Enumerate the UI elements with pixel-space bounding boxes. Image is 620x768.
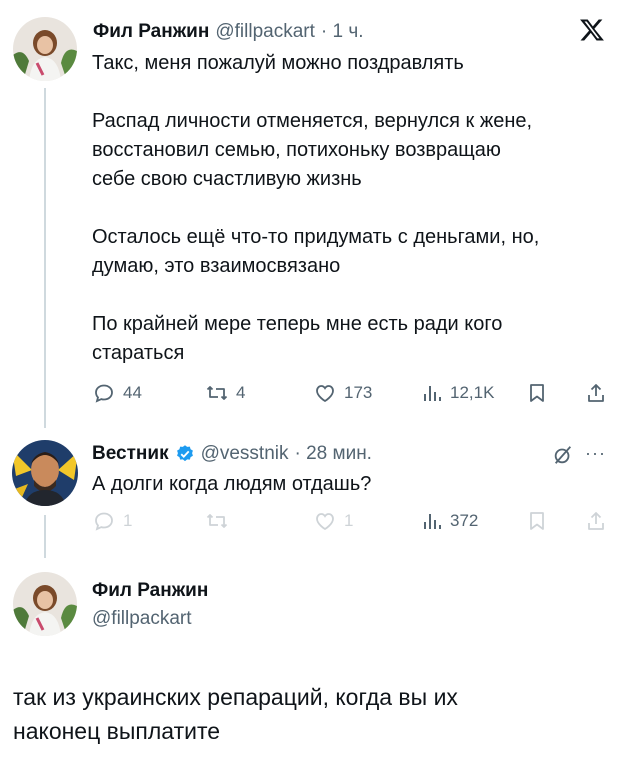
author-name[interactable]: Фил Ранжин	[92, 580, 208, 602]
text-line: Распад личности отменяется, вернулся к ж…	[92, 110, 533, 132]
text-line: Осталось ещё что-то придумать с деньгами…	[92, 226, 540, 248]
tweet1-text: Такс, меня пожалуй можно поздравлять Рас…	[92, 49, 607, 368]
repost-icon	[206, 514, 228, 528]
views-icon	[424, 386, 441, 401]
share-icon	[588, 384, 604, 402]
more-icon[interactable]: ···	[585, 443, 606, 464]
verified-badge-icon	[176, 445, 193, 462]
tweet2-header: Вестник @vesstnik · 28 мин.	[92, 443, 372, 465]
tweet-time[interactable]: · 1 ч.	[321, 21, 364, 43]
tweet1-header: Фил Ранжин @fillpackart · 1 ч.	[93, 21, 364, 43]
avatar-vestnik[interactable]	[12, 440, 78, 506]
bookmark-icon	[530, 384, 544, 402]
bookmark-button[interactable]	[526, 509, 548, 538]
reply-icon	[95, 512, 113, 531]
text-line: наконец выплатите	[13, 718, 221, 744]
tweet-time[interactable]: · 28 мин.	[295, 443, 372, 465]
bookmark-icon	[530, 512, 544, 530]
like-count: 173	[344, 383, 373, 402]
text-line: себе свою счастливую жизнь	[92, 168, 362, 190]
author-handle[interactable]: @fillpackart	[215, 21, 315, 43]
avatar-fil[interactable]	[13, 17, 77, 81]
bookmark-button[interactable]	[526, 381, 548, 410]
reply-button[interactable]: 1	[92, 509, 132, 533]
text-line: стараться	[92, 342, 185, 364]
like-icon	[316, 385, 334, 403]
views-button[interactable]: 372	[421, 509, 478, 533]
author-name[interactable]: Фил Ранжин	[93, 21, 209, 43]
share-button[interactable]	[585, 381, 607, 410]
text-line: так из украинских репараций, когда вы их	[13, 684, 458, 710]
share-icon	[588, 512, 604, 530]
thread-line	[44, 515, 46, 558]
author-handle[interactable]: @fillpackart	[92, 608, 192, 630]
avatar-fil[interactable]	[13, 572, 77, 636]
like-button[interactable]: 173	[313, 381, 372, 405]
text-line: думаю, это взаимосвязано	[92, 255, 341, 277]
repost-button[interactable]: 4	[205, 381, 245, 405]
text-line: Такс, меня пожалуй можно поздравлять	[92, 52, 464, 74]
tweet3-text: так из украинских репараций, когда вы их…	[13, 680, 458, 748]
x-logo-icon[interactable]	[579, 17, 605, 43]
thread-line	[44, 88, 46, 428]
repost-count: 4	[236, 383, 246, 402]
author-handle[interactable]: @vesstnik	[201, 443, 289, 465]
views-icon	[424, 514, 441, 529]
text-line: восстановил семью, потихоньку возвращаю	[92, 139, 501, 161]
reply-count: 44	[123, 383, 142, 402]
views-count: 12,1K	[450, 383, 495, 402]
like-icon	[316, 513, 334, 531]
text-line: По крайней мере теперь мне есть ради ког…	[92, 313, 503, 335]
like-count: 1	[344, 511, 354, 530]
tweet2-text: А долги когда людям отдашь?	[92, 473, 372, 495]
repost-icon	[206, 386, 228, 400]
reply-count: 1	[123, 511, 133, 530]
grok-icon[interactable]	[552, 444, 574, 471]
views-count: 372	[450, 511, 479, 530]
views-button[interactable]: 12,1K	[421, 381, 494, 405]
reply-icon	[95, 384, 113, 403]
like-button[interactable]: 1	[313, 509, 353, 533]
repost-button[interactable]	[205, 509, 229, 533]
author-name[interactable]: Вестник	[92, 443, 169, 465]
share-button[interactable]	[585, 509, 607, 538]
reply-button[interactable]: 44	[92, 381, 142, 405]
